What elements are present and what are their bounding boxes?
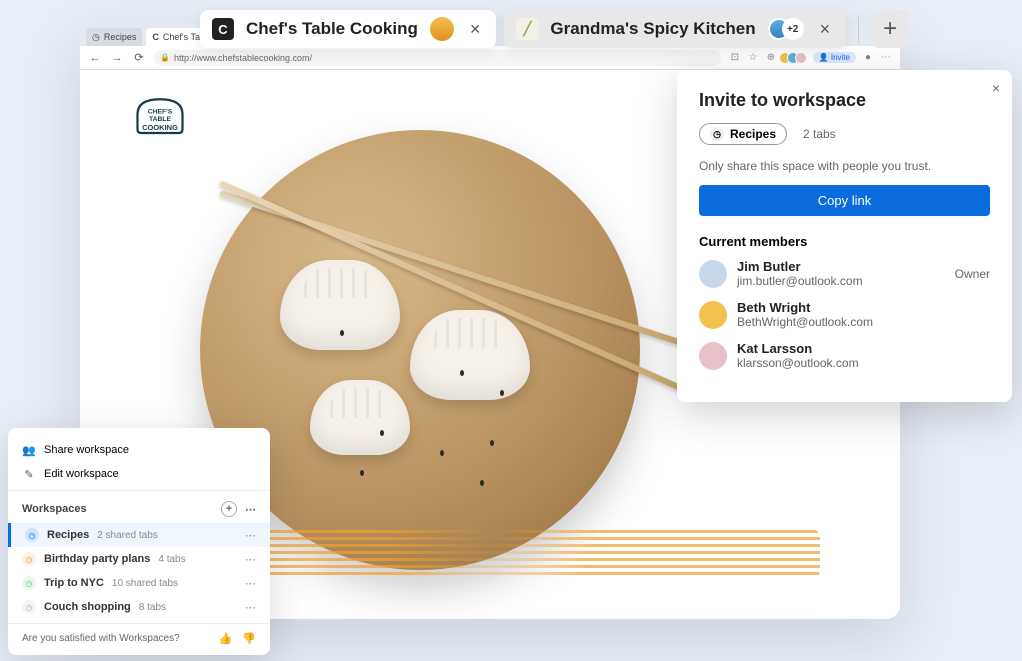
workspace-icon: ◷ — [92, 32, 100, 43]
workspace-tabcount: 2 shared tabs — [97, 530, 158, 541]
workspace-name: Couch shopping — [44, 601, 131, 613]
menu-icon[interactable]: ⋯ — [880, 52, 892, 64]
share-workspace-item[interactable]: 👥 Share workspace — [8, 438, 270, 462]
edit-label: Edit workspace — [44, 468, 119, 480]
share-icon: 👥 — [22, 443, 36, 457]
workspace-icon: ◷ — [22, 576, 36, 590]
workspace-icon: ◷ — [22, 600, 36, 614]
member-row: Jim Butler jim.butler@outlook.com Owner — [699, 259, 990, 288]
thumbs-down-icon[interactable]: 👎 — [242, 632, 256, 645]
close-icon[interactable]: × — [816, 19, 835, 40]
workspace-item[interactable]: ◷ Birthday party plans 4 tabs ⋯ — [8, 547, 270, 571]
lock-icon: 🔒 — [160, 53, 170, 62]
invite-title: Invite to workspace — [699, 90, 990, 111]
avatar-icon — [699, 301, 727, 329]
workspace-icon: ◷ — [710, 127, 724, 141]
floating-tabs: C Chef's Table Cooking × ╱ Grandma's Spi… — [200, 10, 909, 48]
url-text: http://www.chefstablecooking.com/ — [174, 53, 312, 63]
member-email: jim.butler@outlook.com — [737, 274, 945, 288]
member-name: Jim Butler — [737, 259, 945, 274]
site-logo: CHEF'S TABLE COOKING — [120, 88, 200, 148]
back-button[interactable]: ← — [88, 51, 102, 65]
invite-chip[interactable]: 👤 Invite — [813, 52, 856, 63]
workspace-chip-label: Recipes — [104, 32, 137, 42]
thumbs-up-icon[interactable]: 👍 — [219, 632, 233, 645]
member-row: Kat Larsson klarsson@outlook.com — [699, 341, 990, 370]
workspace-chip[interactable]: ◷ Recipes — [86, 28, 142, 46]
forward-button[interactable]: → — [110, 51, 124, 65]
edit-workspace-item[interactable]: ✎ Edit workspace — [8, 462, 270, 486]
workspace-icon: ◷ — [25, 528, 39, 542]
workspace-icon: ◷ — [22, 552, 36, 566]
refresh-button[interactable]: ⟳ — [132, 51, 146, 65]
avatar-icon — [699, 342, 727, 370]
profile-icon[interactable]: ● — [862, 52, 874, 64]
more-icon[interactable]: ⋯ — [245, 601, 256, 614]
avatar-stack: +2 — [768, 18, 804, 40]
invite-panel: × Invite to workspace ◷ Recipes 2 tabs O… — [677, 70, 1012, 402]
svg-text:CHEF'S: CHEF'S — [148, 109, 173, 116]
person-plus-icon: 👤 — [819, 53, 829, 62]
svg-text:TABLE: TABLE — [149, 116, 171, 123]
separator — [8, 490, 270, 491]
address-bar[interactable]: 🔒 http://www.chefstablecooking.com/ — [154, 50, 721, 66]
feedback-question: Are you satisfied with Workspaces? — [22, 633, 180, 644]
workspace-tabcount: 4 tabs — [158, 554, 185, 565]
new-tab-button[interactable]: + — [871, 10, 909, 48]
workspaces-popup: 👥 Share workspace ✎ Edit workspace Works… — [8, 428, 270, 655]
tab-count: 2 tabs — [803, 127, 836, 141]
avatar-icon — [699, 260, 727, 288]
svg-text:COOKING: COOKING — [142, 123, 178, 132]
collections-icon[interactable]: ⊕ — [765, 52, 777, 64]
close-icon[interactable]: × — [992, 80, 1000, 96]
pencil-icon: ✎ — [22, 467, 36, 481]
members-heading: Current members — [699, 234, 990, 249]
tab-divider — [858, 15, 859, 43]
member-name: Kat Larsson — [737, 341, 980, 356]
workspaces-header-label: Workspaces — [22, 503, 87, 515]
member-avatar-icon — [795, 52, 807, 64]
copy-link-button[interactable]: Copy link — [699, 185, 990, 216]
member-email: BethWright@outlook.com — [737, 315, 980, 329]
workspace-tabcount: 8 tabs — [139, 602, 166, 613]
favicon-icon: C — [212, 18, 234, 40]
floating-tab-grandma[interactable]: ╱ Grandma's Spicy Kitchen +2 × — [504, 10, 846, 48]
workspace-name: Recipes — [47, 529, 89, 541]
tab-title: Chef's Table Cooking — [246, 19, 418, 39]
member-email: klarsson@outlook.com — [737, 356, 980, 370]
more-icon[interactable]: ⋯ — [245, 553, 256, 566]
workspace-chip[interactable]: ◷ Recipes — [699, 123, 787, 145]
toolbar-right: ⊡ ☆ ⊕ 👤 Invite ● ⋯ — [729, 52, 892, 64]
mini-tab-label: Chef's Tab — [163, 32, 205, 42]
workspace-chip-label: Recipes — [730, 127, 776, 141]
more-icon[interactable]: ⋯ — [245, 529, 256, 542]
tab-avatar-icon — [430, 17, 454, 41]
member-name: Beth Wright — [737, 300, 980, 315]
workspace-name: Trip to NYC — [44, 577, 104, 589]
add-workspace-button[interactable]: + — [221, 501, 237, 517]
member-row: Beth Wright BethWright@outlook.com — [699, 300, 990, 329]
workspaces-header: Workspaces + ⋯ — [8, 495, 270, 523]
workspace-item[interactable]: ◷ Recipes 2 shared tabs ⋯ — [8, 523, 270, 547]
trust-text: Only share this space with people you tr… — [699, 159, 990, 173]
workspace-tabcount: 10 shared tabs — [112, 578, 178, 589]
reader-icon[interactable]: ⊡ — [729, 52, 741, 64]
more-icon[interactable]: ⋯ — [245, 577, 256, 590]
invite-chip-label: Invite — [831, 53, 850, 62]
favicon-icon: ╱ — [516, 18, 538, 40]
close-icon[interactable]: × — [466, 19, 485, 40]
tab-title: Grandma's Spicy Kitchen — [550, 19, 755, 39]
workspace-item[interactable]: ◷ Couch shopping 8 tabs ⋯ — [8, 595, 270, 619]
workspace-name: Birthday party plans — [44, 553, 150, 565]
feedback-row: Are you satisfied with Workspaces? 👍 👎 — [8, 623, 270, 649]
more-icon[interactable]: ⋯ — [245, 503, 256, 516]
member-role: Owner — [955, 267, 990, 281]
share-label: Share workspace — [44, 444, 129, 456]
floating-tab-chef[interactable]: C Chef's Table Cooking × — [200, 10, 496, 48]
workspace-item[interactable]: ◷ Trip to NYC 10 shared tabs ⋯ — [8, 571, 270, 595]
favorite-icon[interactable]: ☆ — [747, 52, 759, 64]
browser-toolbar: ← → ⟳ 🔒 http://www.chefstablecooking.com… — [80, 46, 900, 70]
